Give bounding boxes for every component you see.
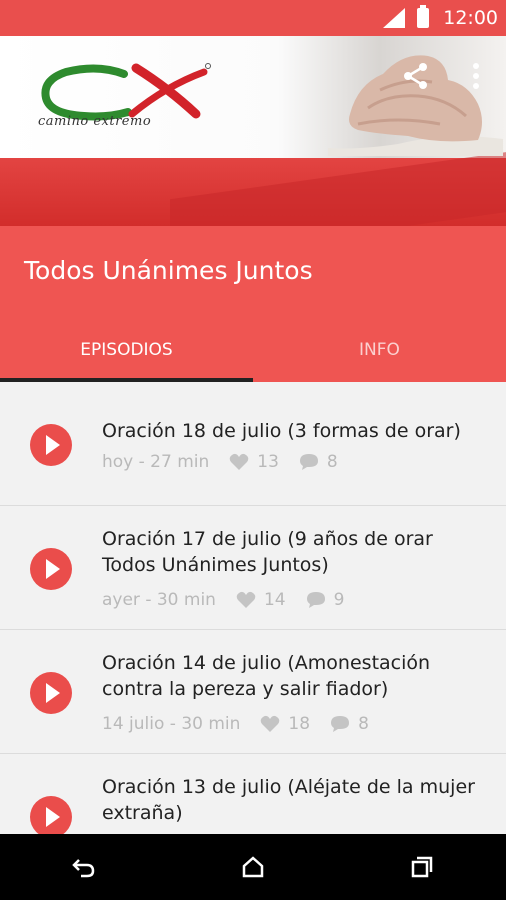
play-icon[interactable] [30, 548, 72, 590]
list-item[interactable]: Oración 17 de julio (9 años de orar Todo… [0, 506, 506, 630]
back-button[interactable] [64, 847, 104, 887]
overflow-menu-button[interactable] [458, 58, 494, 94]
comment-count: 8 [326, 452, 338, 472]
comment-icon [299, 453, 319, 471]
logo-wordmark: camino extremo [38, 114, 152, 129]
header-banner: camino extremo [0, 36, 506, 226]
share-button[interactable] [398, 58, 434, 94]
battery-icon [417, 5, 430, 28]
episode-title: Oración 13 de julio (Aléjate de la mujer… [102, 776, 475, 824]
signal-icon [383, 8, 406, 28]
tab-info[interactable]: INFO [253, 330, 506, 380]
episode-date: hoy - 27 min [102, 452, 210, 472]
recents-button[interactable] [402, 847, 442, 887]
list-item[interactable]: Oración 13 de julio (Aléjate de la mujer… [0, 754, 506, 834]
heart-icon [260, 715, 280, 733]
episode-title: Oración 14 de julio (Amonestación contra… [102, 652, 431, 700]
like-count: 13 [257, 452, 279, 472]
episode-meta: 14 julio - 30 min 18 8 [102, 714, 369, 734]
share-icon [404, 63, 427, 89]
status-bar: 12:00 [0, 0, 506, 36]
episode-date: ayer - 30 min [102, 590, 216, 610]
more-vert-icon [473, 63, 479, 89]
episode-meta: hoy - 27 min 13 8 [102, 452, 338, 472]
home-icon [242, 856, 264, 878]
comment-icon [306, 591, 326, 609]
play-icon[interactable] [30, 672, 72, 714]
episode-title: Oración 17 de julio (9 años de orar Todo… [102, 528, 433, 576]
like-count: 18 [288, 714, 311, 734]
system-nav-bar [0, 834, 506, 900]
heart-icon [236, 591, 256, 609]
back-icon [72, 859, 95, 878]
home-button[interactable] [233, 847, 273, 887]
list-item[interactable]: Oración 18 de julio (3 formas de orar) h… [0, 382, 506, 506]
comment-count: 9 [333, 590, 345, 610]
play-icon[interactable] [30, 424, 72, 466]
episode-meta: ayer - 30 min 14 9 [102, 590, 344, 610]
list-item[interactable]: Oración 14 de julio (Amonestación contra… [0, 630, 506, 754]
app-bar: Todos Unánimes Juntos EPISODIOS INFO [0, 226, 506, 382]
episode-title: Oración 18 de julio (3 formas de orar) [102, 420, 461, 442]
like-count: 14 [263, 590, 286, 610]
play-icon[interactable] [30, 796, 72, 834]
recents-icon [411, 856, 432, 878]
comment-icon [330, 715, 350, 733]
camino-extremo-logo [41, 63, 211, 121]
episode-list[interactable]: Oración 18 de julio (3 formas de orar) h… [0, 382, 506, 834]
tab-episodios[interactable]: EPISODIOS [0, 330, 253, 380]
episode-date: 14 julio - 30 min [102, 714, 241, 734]
heart-icon [229, 453, 249, 471]
clock: 12:00 [443, 7, 498, 29]
comment-count: 8 [358, 714, 369, 734]
page-title: Todos Unánimes Juntos [24, 256, 313, 285]
